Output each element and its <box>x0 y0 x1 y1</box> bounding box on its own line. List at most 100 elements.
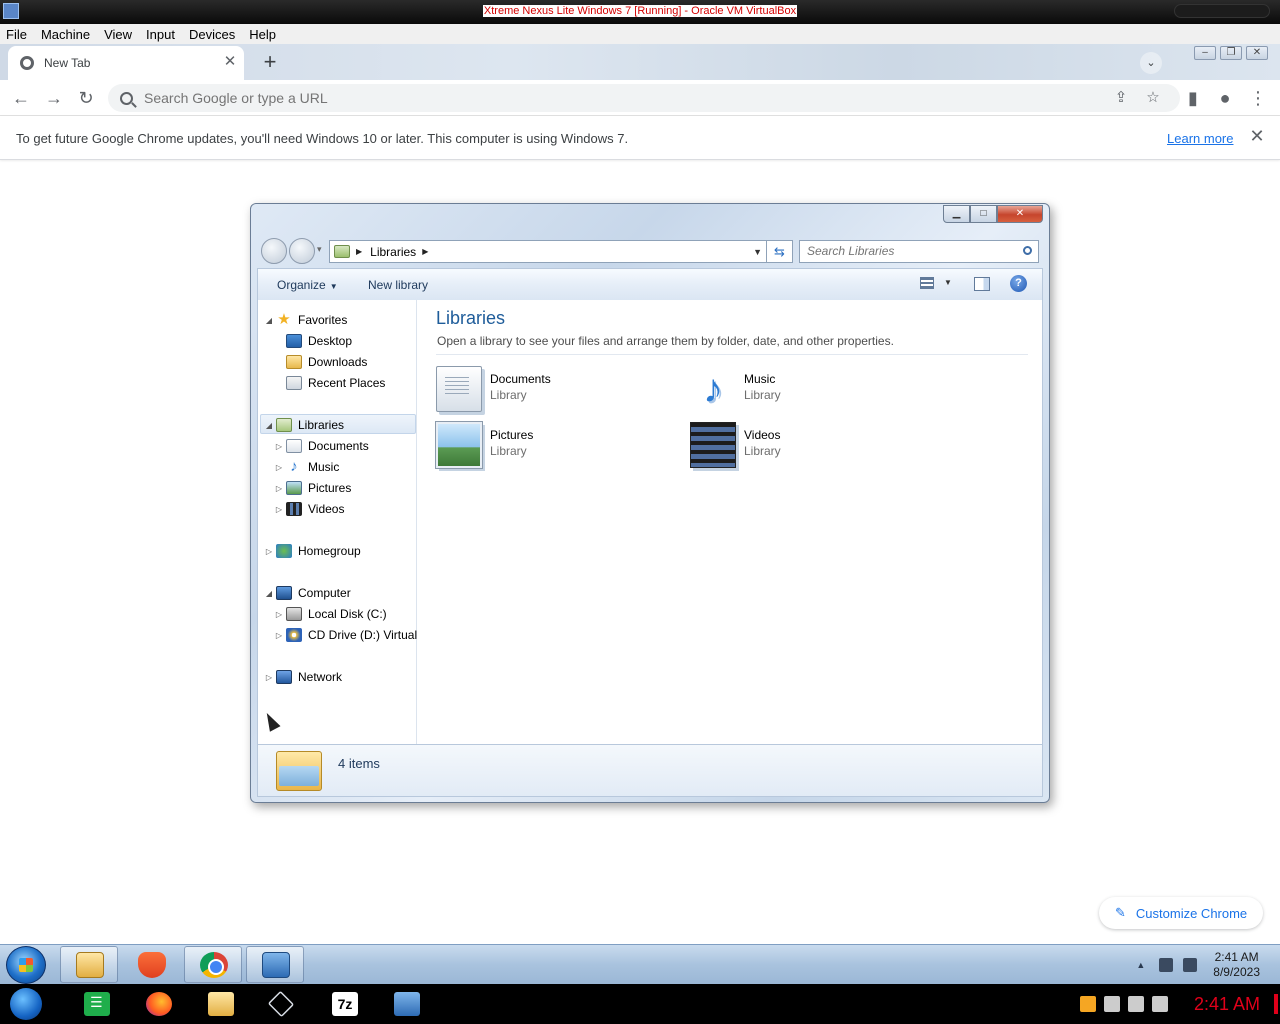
collapse-triangle-icon[interactable]: ◢ <box>264 589 274 598</box>
nav-item-videos[interactable]: ▷ Videos <box>274 499 344 519</box>
view-options-dropdown-icon[interactable]: ▼ <box>944 278 952 287</box>
tab-new-tab[interactable]: New Tab ✕ <box>8 46 244 80</box>
virtualbox-vm-icon[interactable] <box>394 992 420 1016</box>
close-button[interactable]: ✕ <box>1246 46 1268 60</box>
search-icon[interactable] <box>1023 246 1032 255</box>
nav-item-pictures[interactable]: ▷ Pictures <box>274 478 351 498</box>
taskbar-remote-desktop-button[interactable] <box>246 946 304 983</box>
address-bar[interactable]: ▶ Libraries ▶ ▼ <box>329 240 767 263</box>
library-tile-documents[interactable]: Documents Library <box>436 366 676 416</box>
menu-help[interactable]: Help <box>249 27 276 42</box>
volume-icon[interactable] <box>1159 958 1174 972</box>
expand-triangle-icon[interactable]: ▷ <box>274 631 284 640</box>
library-tile-pictures[interactable]: Pictures Library <box>435 421 676 472</box>
windows-start-orb-icon[interactable] <box>6 946 46 984</box>
help-icon[interactable]: ? <box>1010 275 1027 292</box>
address-dropdown-icon[interactable]: ▼ <box>753 247 762 257</box>
new-library-button[interactable]: New library <box>368 278 428 292</box>
guest-clock[interactable]: 2:41 AM 8/9/2023 <box>1213 950 1260 980</box>
taskbar-chrome-button[interactable] <box>184 946 242 983</box>
share-icon[interactable]: ⇪ <box>1108 84 1134 112</box>
back-arrow-icon[interactable]: ← <box>10 87 32 109</box>
forward-arrow-icon[interactable]: → <box>43 87 65 109</box>
expand-triangle-icon[interactable]: ▷ <box>274 484 284 493</box>
expand-triangle-icon[interactable]: ▷ <box>264 673 274 682</box>
nav-item-libraries[interactable]: ◢ Libraries <box>264 415 344 435</box>
nav-item-network[interactable]: ▷ Network <box>264 667 342 687</box>
explorer-close-button[interactable]: ✕ <box>997 205 1043 223</box>
library-tile-videos[interactable]: Videos Library <box>690 422 930 472</box>
library-tile-music[interactable]: ♪ Music Library <box>690 366 930 416</box>
tray-app-icon[interactable] <box>1079 996 1096 1012</box>
expand-triangle-icon[interactable]: ▷ <box>264 547 274 556</box>
breadcrumb-separator-icon[interactable]: ▶ <box>356 247 362 256</box>
new-tab-button[interactable]: + <box>258 51 282 75</box>
taskbar-brave-button[interactable] <box>122 946 180 983</box>
breadcrumb-libraries[interactable]: Libraries <box>370 245 416 259</box>
preview-pane-icon[interactable] <box>974 277 990 291</box>
nav-item-cd-drive[interactable]: ▷ CD Drive (D:) Virtual <box>274 625 417 645</box>
nav-item-favorites[interactable]: ◢ ★ Favorites <box>264 310 347 330</box>
explorer-maximize-button[interactable]: □ <box>970 205 997 223</box>
minimize-button[interactable]: – <box>1194 46 1216 60</box>
omnibox[interactable]: ⇪ ☆ <box>108 84 1180 112</box>
reload-icon[interactable]: ↻ <box>75 87 97 109</box>
profile-avatar-icon[interactable]: ● <box>1214 87 1236 109</box>
menu-machine[interactable]: Machine <box>41 27 90 42</box>
organize-button[interactable]: Organize ▼ <box>277 278 338 292</box>
infobar-close-icon[interactable]: ✕ <box>1248 126 1266 146</box>
taskbar-explorer-button[interactable] <box>60 946 118 983</box>
host-volume-icon[interactable] <box>1151 996 1168 1012</box>
recent-pages-dropdown-icon[interactable]: ▾ <box>317 244 322 255</box>
nav-item-documents[interactable]: ▷ Documents <box>274 436 369 456</box>
refresh-icon[interactable]: ⇆ <box>767 240 793 263</box>
customize-chrome-button[interactable]: ✎ Customize Chrome <box>1099 897 1263 929</box>
nav-item-music[interactable]: ▷ ♪ Music <box>274 457 339 477</box>
nav-item-recent-places[interactable]: Recent Places <box>284 373 385 393</box>
breadcrumb-separator-icon[interactable]: ▶ <box>422 247 428 256</box>
menu-devices[interactable]: Devices <box>189 27 235 42</box>
nav-item-downloads[interactable]: Downloads <box>284 352 367 372</box>
bookmark-star-icon[interactable]: ☆ <box>1140 84 1166 112</box>
tab-search-chevron-icon[interactable]: ⌄ <box>1140 52 1162 74</box>
menu-input[interactable]: Input <box>146 27 175 42</box>
tab-close-icon[interactable]: ✕ <box>222 54 238 70</box>
nav-item-computer[interactable]: ◢ Computer <box>264 583 351 603</box>
nav-item-homegroup[interactable]: ▷ Homegroup <box>264 541 361 561</box>
nav-item-desktop[interactable]: Desktop <box>284 331 352 351</box>
expand-triangle-icon[interactable]: ▷ <box>274 505 284 514</box>
firefox-icon[interactable] <box>146 992 172 1016</box>
action-center-flag-icon[interactable] <box>1103 996 1120 1012</box>
window-title: Xtreme Nexus Lite Windows 7 [Running] - … <box>482 5 798 17</box>
network-status-icon[interactable] <box>1183 958 1198 972</box>
host-network-icon[interactable] <box>1127 996 1144 1012</box>
search-libraries-input[interactable] <box>800 241 1010 261</box>
chrome-menu-icon[interactable]: ⋮ <box>1247 87 1269 109</box>
host-explorer-folder-icon[interactable] <box>208 992 234 1016</box>
collapse-triangle-icon[interactable]: ◢ <box>264 421 274 430</box>
search-libraries-box[interactable] <box>799 240 1039 263</box>
menu-file[interactable]: File <box>6 27 27 42</box>
side-panel-icon[interactable]: ▮ <box>1182 87 1204 109</box>
3d-box-app-icon[interactable] <box>267 990 295 1018</box>
host-clock[interactable]: 2:41 AM <box>1194 994 1260 1015</box>
change-view-icon[interactable] <box>920 277 934 289</box>
host-app-list-icon[interactable] <box>84 992 110 1016</box>
explorer-back-button[interactable] <box>261 238 287 264</box>
restore-button[interactable]: ❐ <box>1220 46 1242 60</box>
expand-triangle-icon[interactable]: ▷ <box>274 463 284 472</box>
explorer-forward-button[interactable] <box>289 238 315 264</box>
show-desktop-button[interactable] <box>1274 994 1278 1014</box>
nav-item-local-disk[interactable]: ▷ Local Disk (C:) <box>274 604 387 624</box>
show-hidden-icons-icon[interactable]: ▲ <box>1136 960 1145 970</box>
expand-triangle-icon[interactable]: ▷ <box>274 442 284 451</box>
omnibox-input[interactable] <box>144 90 1044 106</box>
host-start-orb-icon[interactable] <box>10 988 42 1020</box>
7zip-icon[interactable]: 7z <box>332 992 358 1016</box>
collapse-triangle-icon[interactable]: ◢ <box>264 316 274 325</box>
explorer-minimize-button[interactable]: ▁ <box>943 205 970 223</box>
expand-triangle-icon[interactable]: ▷ <box>274 610 284 619</box>
learn-more-link[interactable]: Learn more <box>1167 131 1233 146</box>
chrome-tabstrip: New Tab ✕ + ⌄ – ❐ ✕ <box>0 44 1280 80</box>
menu-view[interactable]: View <box>104 27 132 42</box>
